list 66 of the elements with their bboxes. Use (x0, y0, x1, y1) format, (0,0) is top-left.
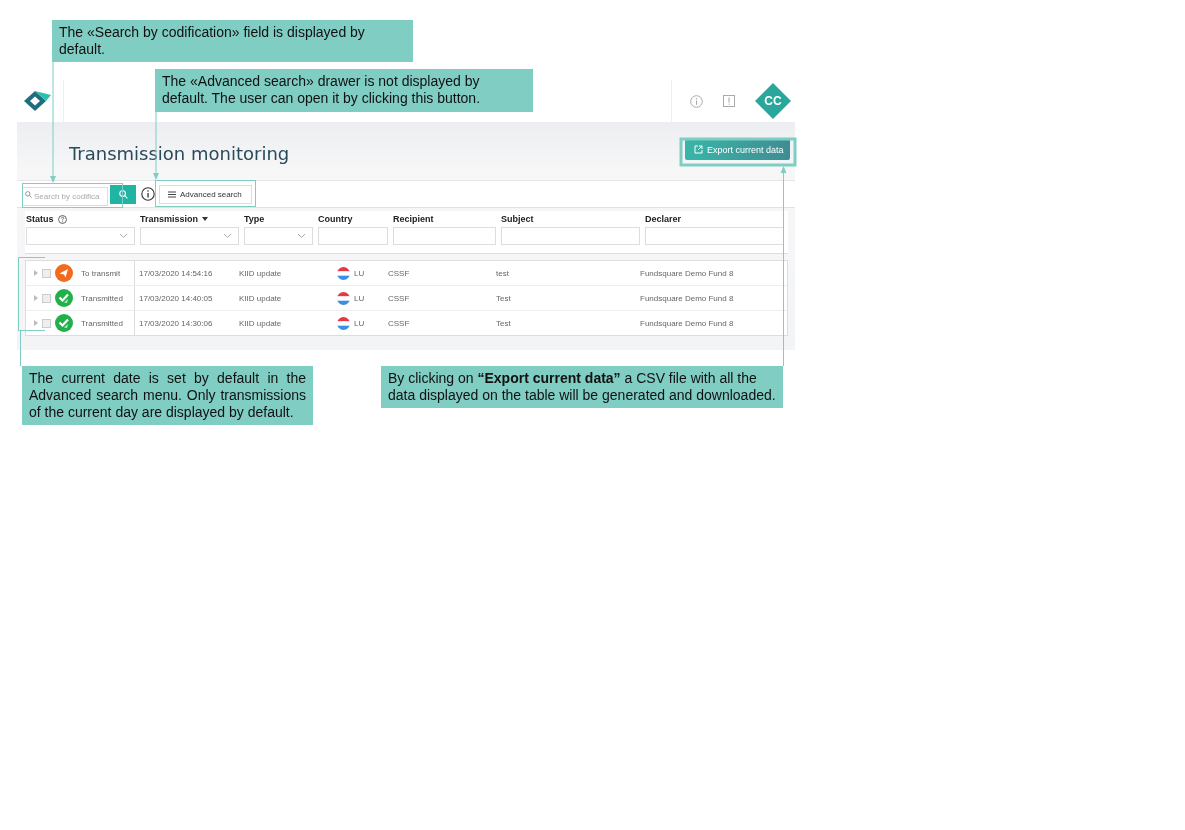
search-icon (118, 189, 128, 199)
flag-icon (337, 316, 350, 330)
column-header[interactable]: Type (244, 214, 265, 224)
table-cell: Fundsquare Demo Fund 8 (640, 268, 734, 278)
column-header[interactable]: Status (26, 214, 54, 224)
table-cell: CSSF (388, 318, 410, 328)
column-header[interactable]: Subject (501, 214, 534, 224)
column-header[interactable]: Recipient (393, 214, 434, 224)
table-cell: 17/03/2020 14:40:05 (139, 293, 213, 303)
filter-field[interactable] (645, 227, 784, 245)
expand-caret-icon[interactable] (34, 295, 38, 301)
table-cell: CSSF (388, 268, 410, 278)
filter-dropdown[interactable] (26, 227, 135, 245)
table-cell: KIID update (239, 268, 282, 278)
annotation-text: The current date is set by default in the Advanced search menu. Only transmissions of the current day are displayed by default. (29, 370, 306, 421)
expand-caret-icon[interactable] (34, 270, 38, 276)
column-header[interactable]: Country (318, 214, 353, 224)
table-cell: LU (354, 293, 365, 303)
page-title: Transmission monitoring (69, 142, 290, 164)
flag-icon (337, 266, 350, 280)
table-cell: LU (354, 268, 365, 278)
status-label: Transmitted (81, 293, 123, 303)
leader-line (20, 329, 21, 367)
filter-dropdown[interactable] (244, 227, 313, 245)
check-icon (55, 289, 73, 307)
filter-field[interactable] (501, 227, 640, 245)
paper-plane-icon (55, 264, 73, 282)
status-label: To transmit (81, 268, 121, 278)
flag-icon (337, 291, 350, 305)
table-cell: Fundsquare Demo Fund 8 (640, 293, 734, 303)
info-icon[interactable] (141, 187, 155, 201)
search-field[interactable]: Search by codifica (22, 186, 108, 206)
row-checkbox[interactable] (42, 318, 51, 328)
filter-dropdown[interactable] (140, 227, 239, 245)
table-cell: test (496, 268, 509, 278)
table-cell: Test (496, 293, 511, 303)
search-icon (25, 190, 32, 198)
check-icon (55, 314, 73, 332)
logo-icon (22, 90, 53, 112)
menu-icon (168, 190, 176, 198)
expand-caret-icon[interactable] (34, 320, 38, 326)
status-label: Transmitted (81, 318, 123, 328)
table-cell: LU (354, 318, 365, 328)
column-header[interactable]: Declarer (645, 214, 682, 224)
alert-icon[interactable] (723, 95, 735, 107)
annotation-text: The «Search by codification» field is displayed by default. (59, 24, 366, 58)
table-cell: Test (496, 318, 511, 328)
annotation-text: The «Advanced search» drawer is not displayed by default. The user can open it by clicking this button. (162, 73, 482, 107)
chevron-down-icon (297, 233, 306, 239)
table-cell: 17/03/2020 14:30:06 (139, 318, 213, 328)
chevron-down-icon (119, 233, 128, 239)
search-button[interactable] (110, 184, 136, 204)
chevron-down-icon (223, 233, 232, 239)
export-icon (694, 145, 703, 154)
table-cell: 17/03/2020 14:54:16 (139, 268, 213, 278)
table-cell: Fundsquare Demo Fund 8 (640, 318, 734, 328)
annotation-text: By clicking on “Export current data” a CSV file with all the data displayed on the table will be generated and downloaded. (388, 370, 776, 404)
table-cell: KIID update (239, 293, 282, 303)
column-header[interactable]: Transmission (140, 214, 199, 224)
row-checkbox[interactable] (42, 268, 51, 278)
filter-field[interactable] (393, 227, 496, 245)
advanced-search-button[interactable]: Advanced search (159, 184, 252, 204)
table-cell: CSSF (388, 293, 410, 303)
row-checkbox[interactable] (42, 293, 51, 303)
table-cell: KIID update (239, 318, 282, 328)
filter-field[interactable] (318, 227, 388, 245)
